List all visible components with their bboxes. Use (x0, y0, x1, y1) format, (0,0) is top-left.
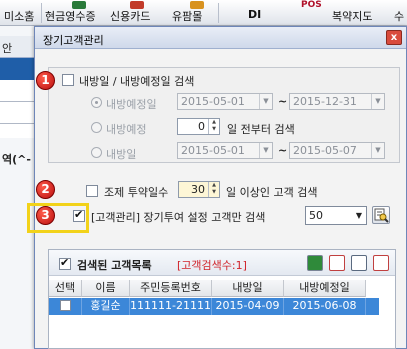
visit-date-radio-label: 내방일 (106, 148, 137, 161)
chevron-down-icon[interactable]: ▼ (371, 143, 384, 158)
background-window-tab[interactable]: 안 (2, 40, 12, 56)
visit-date-to-value: 2015-05-07 (293, 144, 357, 157)
toolbar-item-upharm-mall[interactable]: 유팜몰 (172, 8, 202, 24)
search-settings-button[interactable] (372, 206, 390, 224)
result-select-all-checkbox[interactable] (59, 256, 71, 270)
visit-date-from[interactable]: 2015-05-01 ▼ (177, 142, 273, 159)
dispense-days-label: 조제 투약일수 (104, 186, 169, 199)
long-term-setting-label: [고객관리] 장기투여 설정 고객만 검색 (91, 211, 266, 224)
row-select-cell (49, 298, 82, 315)
dispense-days-stepper[interactable]: 30 ▲ ▼ (178, 181, 220, 198)
visit-date-to[interactable]: 2015-05-07 ▼ (289, 142, 385, 159)
table-row[interactable]: 홍길순 111111-211111 2015-04-09 2015-06-08 (49, 298, 379, 315)
toolbar-item-di[interactable]: DI (248, 8, 261, 21)
dispense-days-checkbox[interactable] (86, 185, 98, 197)
toolbar-item-cash-receipt[interactable]: 현금영수증 (45, 8, 96, 24)
stepper-arrows-icon[interactable]: ▲ ▼ (208, 182, 219, 197)
visit-date-search-checkbox[interactable] (62, 74, 74, 86)
toolbar-separator (218, 3, 219, 23)
long-term-count-select[interactable]: 50 ▼ (305, 206, 367, 225)
scheduled-date-from[interactable]: 2015-05-01 ▼ (177, 93, 273, 110)
toolbar-separator (41, 3, 42, 23)
print-icon[interactable] (373, 255, 389, 271)
days-before-value: 0 (198, 120, 205, 133)
visit-date-search-label: 내방일 / 내방예정일 검색 (79, 75, 195, 88)
close-button[interactable]: x (386, 30, 402, 45)
dispense-days-value: 30 (191, 183, 205, 196)
date-range-separator: ~ (278, 144, 288, 157)
row-select-checkbox[interactable] (60, 300, 71, 311)
scheduled-date-from-value: 2015-05-01 (181, 95, 245, 108)
date-range-separator: ~ (278, 95, 288, 108)
column-header-select[interactable]: 선택 (49, 280, 82, 297)
document-icon[interactable] (351, 255, 367, 271)
visit-date-radio[interactable] (91, 147, 102, 158)
dialog-titlebar[interactable]: 장기고객관리 x (35, 27, 406, 49)
toolbar-item-misohome[interactable]: 미소홈 (4, 8, 34, 24)
scheduled-date-radio[interactable] (91, 97, 102, 108)
scheduled-days-radio-label: 내방예정 (106, 123, 147, 136)
chevron-down-icon[interactable]: ▼ (259, 94, 272, 109)
stepper-arrows-icon[interactable]: ▲ ▼ (208, 119, 219, 134)
toolbar-item-more[interactable]: 수 (394, 8, 404, 24)
row-scheduled-date: 2015-06-08 (284, 298, 366, 315)
annotation-badge-1: 1 (36, 71, 55, 90)
result-count: [고객검색수:1] (177, 259, 247, 272)
long-term-count-value: 50 (309, 209, 323, 222)
visit-date-from-value: 2015-05-01 (181, 144, 245, 157)
background-window: 안 역(^- (0, 26, 38, 349)
dispense-days-suffix: 일 이상인 고객 검색 (226, 186, 318, 199)
row-visit-date: 2015-04-09 (212, 298, 284, 315)
scheduled-date-radio-label: 내방예정일 (106, 98, 157, 111)
background-window-tabbar: 안 (0, 36, 38, 58)
chevron-down-icon[interactable]: ▼ (352, 207, 366, 224)
scheduled-date-to[interactable]: 2015-12-31 ▼ (289, 93, 385, 110)
annotation-badge-2: 2 (36, 180, 55, 199)
chevron-down-icon[interactable]: ▼ (259, 143, 272, 158)
column-header-scheduled-date[interactable]: 내방예정일 (284, 280, 366, 297)
result-list-title: 검색된 고객목록 (77, 259, 152, 272)
days-before-stepper[interactable]: 0 ▲ ▼ (177, 118, 220, 135)
sms-icon[interactable] (329, 255, 345, 271)
top-toolbar: 미소홈 현금영수증 신용카드 유팜몰 DI POS 복약지도 수 (0, 0, 407, 26)
column-header-visit-date[interactable]: 내방일 (212, 280, 284, 297)
column-header-rrn[interactable]: 주민등록번호 (130, 280, 212, 297)
toolbar-item-credit-card[interactable]: 신용카드 (110, 8, 150, 24)
annotation-highlight-box (27, 203, 89, 233)
chevron-down-icon[interactable]: ▼ (371, 94, 384, 109)
result-list-group: 검색된 고객목록 [고객검색수:1] 선택 이름 주민등록번호 내방일 내방예정… (48, 249, 396, 349)
days-before-suffix: 일 전부터 검색 (227, 123, 295, 136)
search-settings-icon (374, 208, 389, 223)
excel-icon[interactable] (307, 255, 323, 271)
column-header-name[interactable]: 이름 (82, 280, 130, 297)
result-list-header: 검색된 고객목록 [고객검색수:1] (49, 250, 395, 276)
background-window-row (0, 124, 38, 138)
row-name: 홍길순 (82, 298, 130, 315)
toolbar-item-medication-guide[interactable]: 복약지도 (332, 8, 372, 24)
row-rrn: 111111-211111 (130, 298, 212, 315)
background-window-row (0, 102, 38, 124)
background-window-header (0, 58, 38, 80)
scheduled-date-to-value: 2015-12-31 (293, 95, 357, 108)
dialog-title: 장기고객관리 (43, 34, 104, 47)
background-window-row (0, 80, 38, 102)
visit-date-search-group: 내방일 / 내방예정일 검색 내방예정일 2015-05-01 ▼ ~ 2015… (48, 67, 400, 163)
toolbar-item-pos[interactable]: POS (301, 0, 322, 10)
background-window-label: 역(^- (2, 153, 31, 166)
scheduled-days-radio[interactable] (91, 122, 102, 133)
